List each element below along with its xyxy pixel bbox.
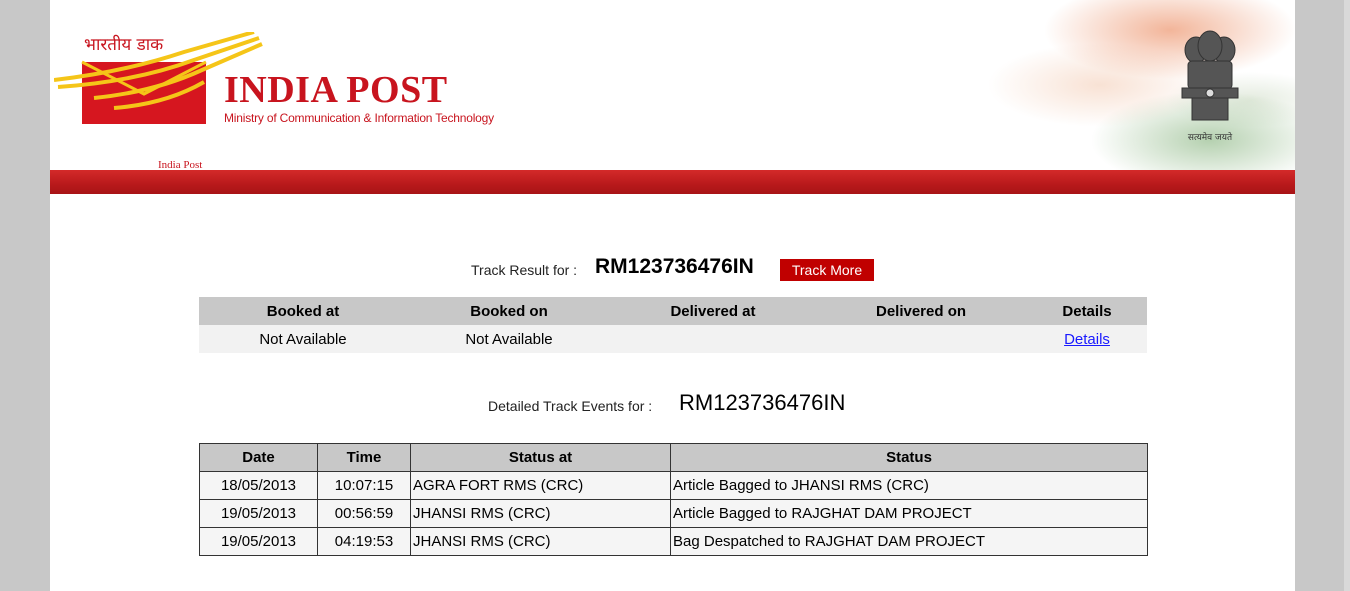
events-header-row: Date Time Status at Status [199,443,1148,472]
event-status: Article Bagged to RAJGHAT DAM PROJECT [670,499,1148,528]
col-delivered-at: Delivered at [611,297,815,325]
col-booked-on: Booked on [407,297,611,325]
col-details: Details [1027,297,1147,325]
event-time: 10:07:15 [317,471,411,500]
emblem-motto: सत्यमेव जयते [1187,133,1233,143]
logo-caption: India Post [158,159,203,170]
track-events-table: Date Time Status at Status 18/05/2013 10… [199,443,1148,556]
col-status: Status [670,443,1148,472]
track-result-label: Track Result for : [471,262,578,278]
events-tracking-number: RM123736476IN [679,390,846,415]
col-time: Time [317,443,411,472]
page-scrollbar[interactable] [1344,0,1350,591]
track-events-label: Detailed Track Events for : [488,398,653,414]
event-status: Article Bagged to JHANSI RMS (CRC) [670,471,1148,500]
event-status-at: JHANSI RMS (CRC) [410,527,671,556]
header-red-bar [50,170,1295,194]
india-post-logo: भारतीय डाक India Post [54,32,263,170]
ministry-subtitle: Ministry of Communication & Information … [224,111,494,125]
event-time: 00:56:59 [317,499,411,528]
national-emblem-icon [1181,30,1239,121]
event-date: 18/05/2013 [199,471,318,500]
page-container: भारतीय डाक India Post INDIA POST Ministr… [50,0,1295,591]
delivered-at-value [611,325,815,353]
details-link[interactable]: Details [1064,331,1110,348]
table-row: 19/05/2013 04:19:53 JHANSI RMS (CRC) Bag… [199,527,1148,556]
track-result-heading: Track Result for : RM123736476IN Track M… [50,254,1295,284]
event-status-at: AGRA FORT RMS (CRC) [410,471,671,500]
site-header: भारतीय डाक India Post INDIA POST Ministr… [50,0,1295,170]
event-time: 04:19:53 [317,527,411,556]
table-row: 19/05/2013 00:56:59 JHANSI RMS (CRC) Art… [199,499,1148,528]
event-status: Bag Despatched to RAJGHAT DAM PROJECT [670,527,1148,556]
details-cell: Details [1027,325,1147,353]
col-status-at: Status at [410,443,671,472]
col-date: Date [199,443,318,472]
brand-name: INDIA POST [224,69,448,111]
booking-summary-table: Booked at Booked on Delivered at Deliver… [199,297,1147,353]
tracking-number: RM123736476IN [595,255,754,278]
summary-header-row: Booked at Booked on Delivered at Deliver… [199,297,1147,325]
col-booked-at: Booked at [199,297,407,325]
event-date: 19/05/2013 [199,527,318,556]
booked-on-value: Not Available [407,325,611,353]
booked-at-value: Not Available [199,325,407,353]
track-events-heading: Detailed Track Events for : RM123736476I… [50,390,1295,420]
event-date: 19/05/2013 [199,499,318,528]
delivered-on-value [815,325,1027,353]
summary-row: Not Available Not Available Details [199,325,1147,353]
table-row: 18/05/2013 10:07:15 AGRA FORT RMS (CRC) … [199,471,1148,500]
track-more-button[interactable]: Track More [780,259,874,281]
col-delivered-on: Delivered on [815,297,1027,325]
event-status-at: JHANSI RMS (CRC) [410,499,671,528]
